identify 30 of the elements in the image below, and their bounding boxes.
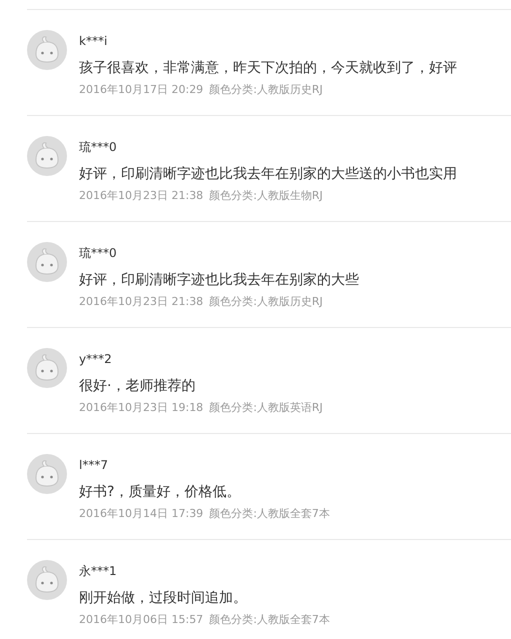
avatar-icon <box>27 454 67 494</box>
review-date: 2016年10月17日 20:29 <box>79 82 204 98</box>
product-variant: 颜色分类:人教版全套7本 <box>209 506 330 522</box>
user-name: k***i <box>79 33 108 50</box>
product-variant: 颜色分类:人教版全套7本 <box>209 612 330 628</box>
review-date: 2016年10月23日 21:38 <box>79 294 204 310</box>
review-text: 刚开始做，过段时间追加。 <box>79 589 248 608</box>
review-text: 好评，印刷清晰字迹也比我去年在别家的大些送的小书也实用 <box>79 165 457 184</box>
review-text: 孩子很喜欢，非常满意，昨天下次拍的，今天就收到了，好评 <box>79 59 457 78</box>
user-name: l***7 <box>79 457 109 474</box>
avatar-icon <box>27 560 67 600</box>
product-variant: 颜色分类:人教版历史RJ <box>209 82 323 98</box>
review-date: 2016年10月23日 19:18 <box>79 400 204 416</box>
user-name: y***2 <box>79 351 113 368</box>
review-date: 2016年10月06日 15:57 <box>79 612 204 628</box>
review-text: 好评，印刷清晰字迹也比我去年在别家的大些 <box>79 271 359 290</box>
user-name: 永***1 <box>79 563 118 580</box>
avatar-icon <box>27 30 67 70</box>
user-name: 琉***0 <box>79 139 118 156</box>
review-date: 2016年10月14日 17:39 <box>79 506 204 522</box>
avatar-icon <box>27 348 67 388</box>
user-name: 琉***0 <box>79 245 118 262</box>
review-text: 好书?，质量好，价格低。 <box>79 483 242 502</box>
product-variant: 颜色分类:人教版生物RJ <box>209 188 323 204</box>
product-variant: 颜色分类:人教版英语RJ <box>209 400 323 416</box>
review-date: 2016年10月23日 21:38 <box>79 188 204 204</box>
product-variant: 颜色分类:人教版历史RJ <box>209 294 323 310</box>
avatar-icon <box>27 242 67 282</box>
review-text: 很好·，老师推荐的 <box>79 377 196 396</box>
avatar-icon <box>27 136 67 176</box>
